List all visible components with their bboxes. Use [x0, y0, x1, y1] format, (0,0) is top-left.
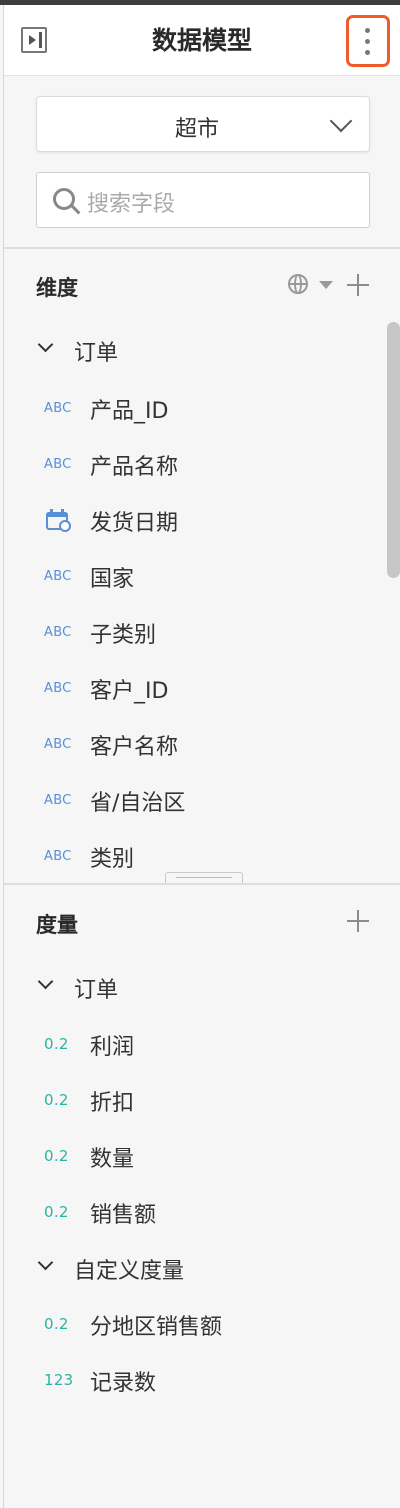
- string-type-icon: ABC: [44, 457, 72, 472]
- dimensions-scrollbar[interactable]: [387, 322, 400, 578]
- group-label: 自定义度量: [74, 1259, 185, 1284]
- group-label: 订单: [74, 341, 119, 366]
- search-field[interactable]: 搜索字段: [36, 172, 370, 228]
- caret-down-icon[interactable]: [319, 281, 333, 289]
- search-placeholder: 搜索字段: [87, 192, 176, 217]
- numeric-type-icon: 0.2: [44, 1035, 69, 1053]
- string-type-icon: ABC: [44, 401, 72, 416]
- dimension-field[interactable]: 发货日期: [44, 505, 344, 536]
- measure-field[interactable]: 0.2 分地区销售额: [44, 1309, 344, 1340]
- measure-field[interactable]: 0.2 折扣: [44, 1085, 344, 1116]
- add-dimension-plus-icon[interactable]: [347, 274, 369, 296]
- numeric-type-icon: 0.2: [44, 1091, 69, 1109]
- dimension-field[interactable]: ABC 产品名称: [44, 449, 344, 480]
- field-name: 产品名称: [90, 455, 179, 480]
- chevron-down-icon: [37, 1254, 54, 1271]
- field-name: 分地区销售额: [90, 1315, 223, 1340]
- chevron-down-icon: [37, 973, 54, 990]
- dimensions-title: 维度: [36, 276, 78, 300]
- measure-field[interactable]: 0.2 数量: [44, 1141, 344, 1172]
- panel-header: 数据模型: [4, 5, 400, 76]
- vertical-ellipsis-icon: [365, 28, 370, 33]
- string-type-icon: ABC: [44, 849, 72, 864]
- more-options-button[interactable]: [346, 15, 390, 67]
- divider: [4, 883, 400, 885]
- string-type-icon: ABC: [44, 681, 72, 696]
- add-measure-plus-icon[interactable]: [347, 910, 369, 932]
- globe-icon[interactable]: [288, 274, 308, 294]
- panel-title: 数据模型: [151, 26, 252, 55]
- group-label: 订单: [74, 978, 119, 1003]
- dimension-field[interactable]: ABC 产品_ID: [44, 393, 344, 424]
- field-name: 类别: [90, 847, 135, 872]
- dimension-field[interactable]: ABC 类别: [44, 841, 344, 872]
- dimension-field[interactable]: ABC 客户名称: [44, 729, 344, 760]
- field-name: 数量: [90, 1147, 135, 1172]
- string-type-icon: ABC: [44, 737, 72, 752]
- field-name: 利润: [90, 1035, 135, 1060]
- chevron-down-icon: [37, 336, 54, 353]
- dimension-field[interactable]: ABC 客户_ID: [44, 673, 344, 704]
- string-type-icon: ABC: [44, 625, 72, 640]
- field-name: 客户_ID: [90, 679, 169, 704]
- numeric-type-icon: 0.2: [44, 1203, 69, 1221]
- integer-type-icon: 123: [44, 1371, 74, 1389]
- dataset-selector-value: 超市: [174, 117, 219, 142]
- dataset-selector[interactable]: 超市: [36, 96, 370, 152]
- field-name: 客户名称: [90, 735, 179, 760]
- field-name: 销售额: [90, 1203, 157, 1228]
- numeric-type-icon: 0.2: [44, 1147, 69, 1165]
- divider: [4, 247, 400, 249]
- string-type-icon: ABC: [44, 793, 72, 808]
- measure-field[interactable]: 0.2 销售额: [44, 1197, 344, 1228]
- panel-collapse-icon[interactable]: [21, 27, 47, 53]
- field-name: 产品_ID: [90, 399, 169, 424]
- dimension-field[interactable]: ABC 省/自治区: [44, 785, 344, 816]
- string-type-icon: ABC: [44, 569, 72, 584]
- field-name: 记录数: [90, 1371, 157, 1396]
- field-name: 省/自治区: [90, 791, 186, 816]
- field-name: 子类别: [90, 623, 157, 648]
- measure-field[interactable]: 0.2 利润: [44, 1029, 344, 1060]
- panel-left-border: [3, 5, 4, 1508]
- field-name: 发货日期: [90, 511, 179, 536]
- numeric-type-icon: 0.2: [44, 1315, 69, 1333]
- calendar-icon: [46, 509, 71, 532]
- dimension-field[interactable]: ABC 国家: [44, 561, 344, 592]
- field-name: 国家: [90, 567, 135, 592]
- measures-title: 度量: [36, 913, 78, 937]
- measure-field[interactable]: 123 记录数: [44, 1365, 344, 1396]
- field-name: 折扣: [90, 1091, 135, 1116]
- dimension-field[interactable]: ABC 子类别: [44, 617, 344, 648]
